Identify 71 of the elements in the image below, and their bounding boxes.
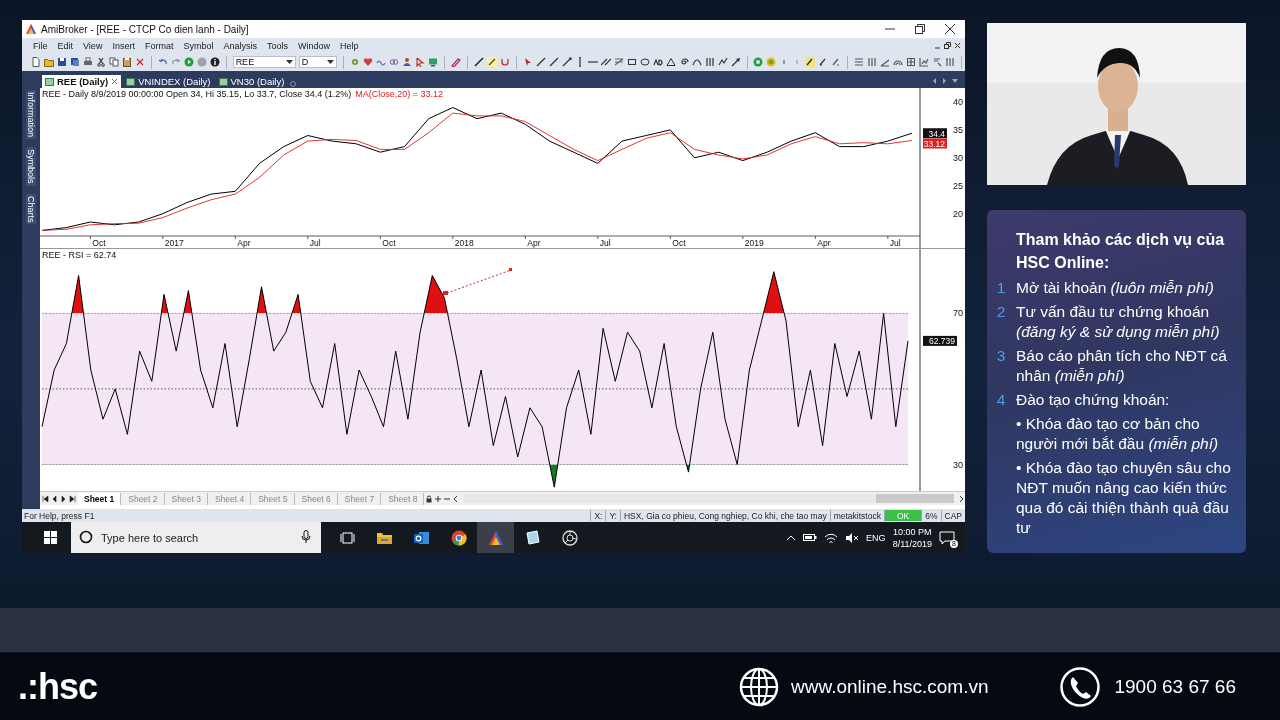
axis-label: Oct <box>92 238 106 248</box>
side-tab[interactable]: Symbols <box>26 147 36 186</box>
chart-header: REE - RSI = 62.74 <box>42 250 117 260</box>
axis-label: 70 <box>953 308 963 319</box>
axis-label: Jul <box>889 238 901 248</box>
menu-item[interactable]: Analysis <box>222 40 258 51</box>
axis-label: 2018 <box>454 238 474 248</box>
list-text: Đào tạo chứng khoán: <box>1016 389 1171 410</box>
chart-tab[interactable]: VNINDEX (Daily) <box>123 75 214 88</box>
axis-label: 2019 <box>744 238 764 248</box>
chart-tab[interactable]: VN30 (Daily) <box>215 75 288 88</box>
side-tab[interactable]: Charts <box>26 193 36 225</box>
symbol-dropdown[interactable]: REE <box>232 56 296 68</box>
chart-header: MA(Close,20) = 33.12 <box>355 89 443 99</box>
panel-title: Tham khảo các dịch vụ của HSC Online: <box>1015 229 1226 273</box>
axis-label: Apr <box>527 238 541 248</box>
list-number: 2 <box>995 301 1007 322</box>
status-text: Y: <box>605 510 620 521</box>
status-text: X: <box>590 510 606 521</box>
list-number: 3 <box>995 345 1007 366</box>
axis-label: Jul <box>309 238 321 248</box>
menu-item[interactable]: View <box>82 40 104 51</box>
status-text: metakitstock <box>829 510 884 521</box>
axis-label: 20 <box>953 208 963 219</box>
search-field[interactable]: Type here to search <box>71 522 321 553</box>
menu-item[interactable]: Help <box>339 40 360 51</box>
list-number: 4 <box>995 389 1007 410</box>
axis-label: 2017 <box>164 238 184 248</box>
axis-label: Apr <box>817 238 831 248</box>
axis-label: 30 <box>953 459 963 470</box>
value-badge: 62.739 <box>923 335 957 347</box>
status-text: For Help, press F1 <box>24 510 95 521</box>
axis-label: 25 <box>953 180 963 191</box>
website-link[interactable]: www.online.hsc.com.vn <box>791 675 989 698</box>
list-text: • Khóa đào tạo chuyên sâu cho NĐT muốn nâng cao kiến thức qua đó cải thiện thành quả đầu tư <box>1016 457 1232 538</box>
status-text: 6% <box>921 510 941 521</box>
list-text: • Khóa đào tạo cơ bản cho người mới bắt đầu (miễn phí) <box>1016 413 1220 454</box>
list-number: 1 <box>995 277 1007 298</box>
window-title: AmiBroker - [REE - CTCP Co dien lanh - Daily] <box>41 23 249 35</box>
axis-label: Oct <box>672 238 686 248</box>
list-text: Tư vấn đầu tư chứng khoán (đăng ký & sử dụng miễn phí) <box>1016 301 1221 342</box>
list-text: Báo cáo phân tích cho NĐT cá nhân (miễn phí) <box>1016 345 1228 386</box>
axis-label: Oct <box>382 238 396 248</box>
menu-item[interactable]: Format <box>143 40 175 51</box>
chart-tab[interactable]: REE (Daily) <box>42 75 122 88</box>
status-text: CAP <box>940 510 965 521</box>
menu-item[interactable]: Symbol <box>182 40 215 51</box>
value-badge: 34.4 <box>923 128 947 139</box>
phone-number: 1900 63 67 66 <box>1114 675 1236 698</box>
interval-dropdown[interactable]: D <box>298 56 338 68</box>
menu-item[interactable]: File <box>32 40 49 51</box>
menu-item[interactable]: Insert <box>111 40 136 51</box>
sheet-tab[interactable]: Sheet 1 <box>78 492 122 505</box>
axis-label: Jul <box>599 238 611 248</box>
axis-label: 35 <box>953 124 963 135</box>
chart-header: REE - Daily 8/9/2019 00:00:00 Open 34, Hi 35.15, Lo 33.7, Close 34.4 (1.2%) <box>42 89 352 99</box>
axis-label: 40 <box>953 96 963 107</box>
logo: .:hsc <box>18 665 98 708</box>
clock-time[interactable]: 10:00 PM <box>893 525 932 538</box>
value-badge: 33.12 <box>923 138 947 149</box>
menu-item[interactable]: Tools <box>265 40 289 51</box>
axis-label: Apr <box>237 238 251 248</box>
menu-item[interactable]: Edit <box>56 40 75 51</box>
status-text: HSX, Gia co phieu, Cong nghiep, Co khi, che tao may <box>620 510 830 521</box>
language-indicator[interactable]: ENG <box>866 532 886 543</box>
axis-label: 30 <box>953 152 963 163</box>
menu-item[interactable]: Window <box>296 40 331 51</box>
list-text: Mở tài khoản (luôn miễn phí) <box>1016 277 1214 298</box>
clock-date[interactable]: 8/11/2019 <box>892 537 932 550</box>
side-tab[interactable]: Information <box>26 90 36 140</box>
status-indicator: OK <box>883 510 922 521</box>
